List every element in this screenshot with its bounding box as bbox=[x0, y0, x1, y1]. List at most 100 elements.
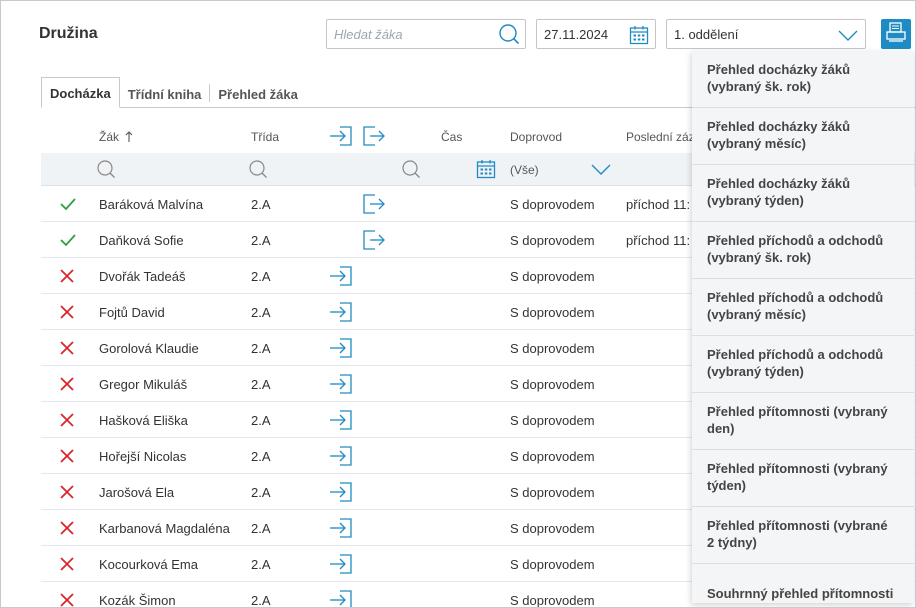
page-title: Družina bbox=[39, 25, 98, 42]
escort-value: S doprovodem bbox=[510, 593, 595, 608]
menu-item-line2: (vybraný měsíc) bbox=[707, 136, 806, 151]
student-name[interactable]: Gregor Mikuláš bbox=[99, 377, 187, 392]
print-menu-item[interactable]: Přehled docházky žáků (vybraný týden) bbox=[692, 165, 914, 222]
departure-icon[interactable] bbox=[362, 193, 386, 220]
calendar-icon[interactable] bbox=[476, 159, 496, 184]
student-class: 2.A bbox=[251, 521, 271, 536]
menu-item-line1: Přehled docházky žáků bbox=[707, 176, 851, 191]
student-name[interactable]: Karbanová Magdaléna bbox=[99, 521, 230, 536]
print-menu-item[interactable]: Přehled příchodů a odchodů (vybraný šk. r… bbox=[692, 222, 914, 279]
department-select[interactable]: 1. oddělení bbox=[666, 19, 866, 49]
escort-value: S doprovodem bbox=[510, 413, 595, 428]
tab-class-book[interactable]: Třídní kniha bbox=[120, 77, 210, 108]
student-name[interactable]: Kozák Šimon bbox=[99, 593, 176, 607]
departure-icon[interactable] bbox=[362, 229, 386, 256]
student-name[interactable]: Kocourková Ema bbox=[99, 557, 198, 572]
cross-icon bbox=[59, 376, 75, 397]
menu-item-line1: Přehled docházky žáků bbox=[707, 119, 851, 134]
arrival-icon[interactable] bbox=[329, 125, 353, 150]
arrival-icon[interactable] bbox=[329, 481, 353, 508]
menu-item-line1: Přehled přítomnosti (vybraný bbox=[707, 461, 888, 476]
arrival-icon[interactable] bbox=[329, 445, 353, 472]
date-picker[interactable]: 27.11.2024 bbox=[536, 19, 656, 49]
menu-item-line1: Přehled přítomnosti (vybraný bbox=[707, 404, 888, 419]
search-icon[interactable] bbox=[96, 159, 116, 184]
escort-value: S doprovodem bbox=[510, 269, 595, 284]
arrival-icon[interactable] bbox=[329, 301, 353, 328]
cross-icon bbox=[59, 484, 75, 505]
escort-value: S doprovodem bbox=[510, 341, 595, 356]
arrival-icon[interactable] bbox=[329, 337, 353, 364]
student-name[interactable]: Baráková Malvína bbox=[99, 197, 203, 212]
escort-value: S doprovodem bbox=[510, 233, 595, 248]
student-name[interactable]: Hořejší Nicolas bbox=[99, 449, 186, 464]
menu-item-line1: Přehled příchodů a odchodů bbox=[707, 233, 884, 248]
menu-item-line1: Přehled docházky žáků bbox=[707, 62, 851, 77]
escort-value: S doprovodem bbox=[510, 305, 595, 320]
arrival-icon[interactable] bbox=[329, 517, 353, 544]
student-name[interactable]: Gorolová Klaudie bbox=[99, 341, 199, 356]
search-icon[interactable] bbox=[401, 159, 421, 184]
column-header-escort[interactable]: Doprovod bbox=[510, 130, 562, 144]
print-menu-item[interactable]: Přehled příchodů a odchodů (vybraný měsíc… bbox=[692, 279, 914, 336]
arrival-icon[interactable] bbox=[329, 409, 353, 436]
calendar-icon[interactable] bbox=[629, 25, 649, 50]
print-menu-item[interactable]: Přehled docházky žáků (vybraný šk. rok) bbox=[692, 51, 914, 108]
menu-item-line1: Přehled příchodů a odchodů bbox=[707, 347, 884, 362]
menu-item-line1: Souhrnný přehled přítomnosti bbox=[707, 586, 894, 601]
menu-item-line2: (vybraný týden) bbox=[707, 364, 804, 379]
menu-item-line2: (vybraný šk. rok) bbox=[707, 250, 812, 265]
menu-item-line2: týden) bbox=[707, 478, 746, 493]
arrival-icon[interactable] bbox=[329, 589, 353, 607]
column-header-class[interactable]: Třída bbox=[251, 130, 279, 144]
student-class: 2.A bbox=[251, 341, 271, 356]
page-frame: Družina 27.11.2024 1. oddělení Docházka … bbox=[0, 0, 916, 608]
student-name[interactable]: Hašková Eliška bbox=[99, 413, 188, 428]
menu-item-line1: Přehled příchodů a odchodů bbox=[707, 290, 884, 305]
chevron-down-icon[interactable] bbox=[590, 161, 612, 182]
escort-value: S doprovodem bbox=[510, 197, 595, 212]
menu-item-line2: (vybraný měsíc) bbox=[707, 307, 806, 322]
tab-student-overview[interactable]: Přehled žáka bbox=[210, 77, 306, 108]
cross-icon bbox=[59, 268, 75, 289]
print-menu-item[interactable]: Přehled přítomnosti (vybraný den) bbox=[692, 393, 914, 450]
check-icon bbox=[59, 196, 77, 217]
print-menu-item[interactable]: Přehled přítomnosti (vybraný týden) bbox=[692, 450, 914, 507]
chevron-down-icon[interactable] bbox=[837, 27, 859, 48]
escort-filter-value[interactable]: (Vše) bbox=[510, 163, 539, 177]
column-header-time[interactable]: Čas bbox=[441, 130, 462, 144]
print-menu-item[interactable]: Přehled příchodů a odchodů (vybraný týden… bbox=[692, 336, 914, 393]
student-name[interactable]: Fojtů David bbox=[99, 305, 165, 320]
print-button[interactable] bbox=[881, 19, 911, 49]
student-search-box[interactable] bbox=[326, 19, 526, 49]
menu-item-line2: (vybraný šk. rok) bbox=[707, 79, 812, 94]
student-name[interactable]: Jarošová Ela bbox=[99, 485, 174, 500]
print-menu-item[interactable]: Přehled docházky žáků (vybraný měsíc) bbox=[692, 108, 914, 165]
arrival-icon[interactable] bbox=[329, 553, 353, 580]
sort-ascending-icon bbox=[125, 131, 133, 145]
student-name[interactable]: Dvořák Tadeáš bbox=[99, 269, 185, 284]
column-header-last-record[interactable]: Poslední zázn bbox=[626, 130, 701, 144]
arrival-icon[interactable] bbox=[329, 265, 353, 292]
last-record-value: příchod 11: bbox=[626, 197, 691, 212]
student-class: 2.A bbox=[251, 557, 271, 572]
search-icon[interactable] bbox=[498, 23, 520, 50]
student-class: 2.A bbox=[251, 377, 271, 392]
student-name[interactable]: Daňková Sofie bbox=[99, 233, 184, 248]
column-header-student[interactable]: Žák bbox=[99, 130, 133, 145]
student-class: 2.A bbox=[251, 449, 271, 464]
search-icon[interactable] bbox=[248, 159, 268, 184]
menu-item-line1: Přehled přítomnosti (vybrané bbox=[707, 518, 888, 533]
student-search-input[interactable] bbox=[327, 20, 487, 48]
cross-icon bbox=[59, 340, 75, 361]
arrival-icon[interactable] bbox=[329, 373, 353, 400]
department-value: 1. oddělení bbox=[674, 27, 739, 42]
print-menu-item[interactable]: Souhrnný přehled přítomnosti bbox=[692, 564, 914, 607]
menu-item-line2: den) bbox=[707, 421, 735, 436]
last-record-value: příchod 11: bbox=[626, 233, 691, 248]
student-class: 2.A bbox=[251, 233, 271, 248]
escort-value: S doprovodem bbox=[510, 557, 595, 572]
departure-icon[interactable] bbox=[362, 125, 386, 150]
print-menu-item[interactable]: Přehled přítomnosti (vybrané 2 týdny) bbox=[692, 507, 914, 564]
tab-attendance[interactable]: Docházka bbox=[41, 77, 120, 108]
